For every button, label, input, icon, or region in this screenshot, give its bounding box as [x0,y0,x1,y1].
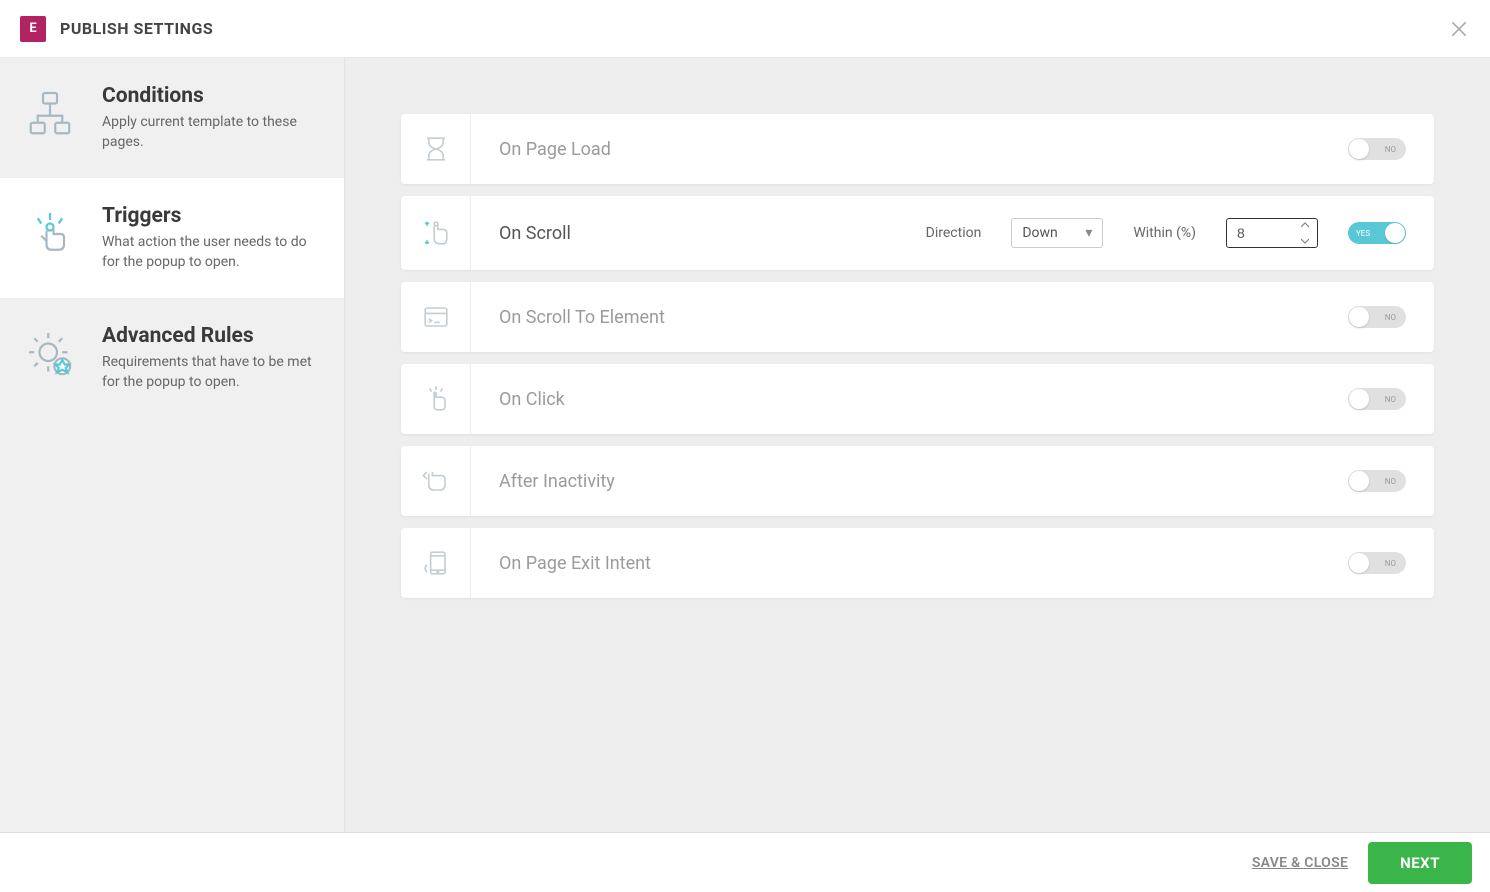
trigger-row-click: On Click NO [401,364,1434,434]
header: E PUBLISH SETTINGS [0,0,1490,58]
hourglass-icon [401,114,471,184]
close-icon [1449,19,1469,39]
main: Conditions Apply current template to the… [0,58,1490,832]
trigger-row-page-load: On Page Load NO [401,114,1434,184]
sidebar-item-desc: Apply current template to these pages. [102,113,324,152]
toggle-scroll[interactable]: YES [1348,222,1406,244]
click-icon [401,364,471,434]
trigger-label: After Inactivity [499,471,615,492]
sidebar-item-triggers[interactable]: Triggers What action the user needs to d… [0,178,344,298]
sidebar-item-title: Conditions [102,84,324,108]
toggle-click[interactable]: NO [1348,388,1406,410]
within-input-wrap[interactable] [1226,218,1318,248]
trigger-row-scroll-to-element: On Scroll To Element NO [401,282,1434,352]
toggle-text: YES [1356,229,1370,238]
trigger-label: On Scroll To Element [499,307,665,328]
trigger-row-inactivity: After Inactivity NO [401,446,1434,516]
sidebar-item-advanced-rules[interactable]: Advanced Rules Requirements that have to… [0,298,344,418]
toggle-knob [1349,139,1369,159]
toggle-page-load[interactable]: NO [1348,138,1406,160]
triggers-icon [20,204,80,264]
direction-label: Direction [926,225,982,241]
trigger-label: On Click [499,389,565,410]
advanced-rules-icon [20,324,80,384]
close-button[interactable] [1448,18,1470,40]
footer: SAVE & CLOSE NEXT [0,832,1490,892]
direction-value: Down [1022,225,1057,241]
toggle-text: NO [1385,313,1396,322]
exit-intent-icon [401,528,471,598]
toggle-text: NO [1385,559,1396,568]
triggers-content: On Page Load NO On Scroll [345,58,1490,832]
toggle-knob [1349,471,1369,491]
sidebar-item-title: Triggers [102,204,324,228]
within-input[interactable] [1237,225,1297,241]
sidebar-item-desc: What action the user needs to do for the… [102,233,324,272]
sidebar-item-title: Advanced Rules [102,324,324,348]
conditions-icon [20,84,80,144]
scroll-icon [401,196,471,270]
toggle-scroll-to-element[interactable]: NO [1348,306,1406,328]
direction-select[interactable]: Down ▾ [1011,218,1103,248]
save-close-button[interactable]: SAVE & CLOSE [1252,855,1348,871]
trigger-row-scroll: On Scroll Direction Down ▾ Within (%) [401,196,1434,270]
toggle-knob [1349,307,1369,327]
next-button[interactable]: NEXT [1368,842,1472,884]
toggle-exit-intent[interactable]: NO [1348,552,1406,574]
sidebar-item-desc: Requirements that have to be met for the… [102,353,324,392]
toggle-knob [1385,223,1405,243]
number-spinner[interactable] [1301,221,1313,245]
trigger-label: On Page Load [499,139,611,160]
toggle-text: NO [1385,145,1396,154]
terminal-icon [401,282,471,352]
sidebar-item-conditions[interactable]: Conditions Apply current template to the… [0,58,344,178]
toggle-inactivity[interactable]: NO [1348,470,1406,492]
toggle-knob [1349,389,1369,409]
app-logo: E [20,16,46,42]
inactivity-icon [401,446,471,516]
trigger-label: On Page Exit Intent [499,553,651,574]
within-label: Within (%) [1133,225,1196,241]
toggle-text: NO [1385,395,1396,404]
trigger-label: On Scroll [499,223,571,244]
page-title: PUBLISH SETTINGS [60,19,213,38]
sidebar: Conditions Apply current template to the… [0,58,345,832]
chevron-down-icon: ▾ [1085,225,1092,241]
toggle-text: NO [1385,477,1396,486]
trigger-row-exit-intent: On Page Exit Intent NO [401,528,1434,598]
toggle-knob [1349,553,1369,573]
